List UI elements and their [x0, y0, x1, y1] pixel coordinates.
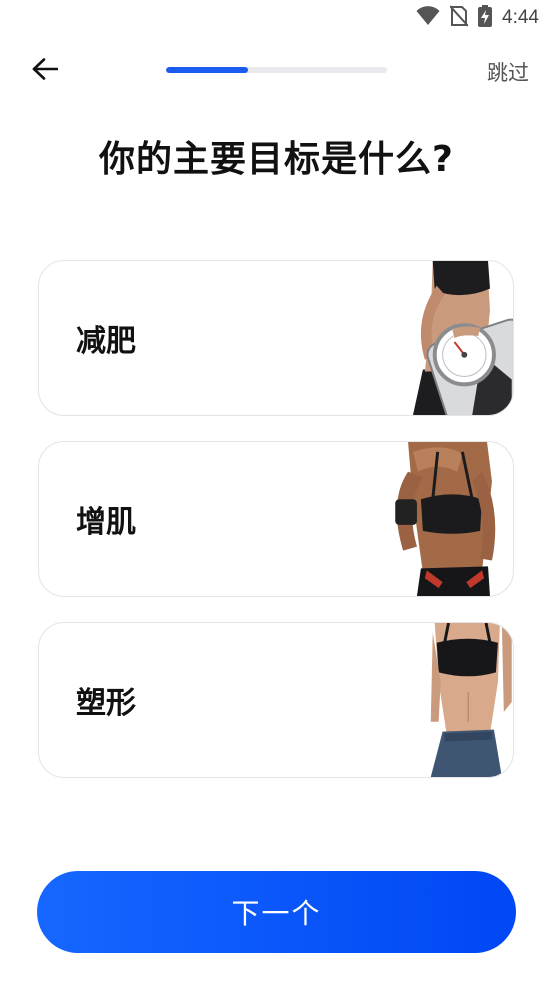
skip-button[interactable]: 跳过: [487, 57, 529, 87]
battery-charging-icon: [478, 5, 493, 31]
next-button[interactable]: 下一个: [37, 871, 516, 953]
muscle-gain-photo: [395, 442, 496, 596]
option-label: 塑形: [76, 686, 136, 721]
progress-fill: [166, 67, 248, 73]
page-title: 你的主要目标是什么?: [99, 139, 454, 180]
weight-loss-photo: [413, 261, 513, 415]
option-card-muscle-gain[interactable]: 增肌: [38, 441, 514, 597]
progress-bar: [166, 67, 387, 73]
option-label: 减肥: [76, 324, 136, 359]
option-card-body-shaping[interactable]: 塑形: [38, 622, 514, 778]
arrow-left-icon: [32, 58, 59, 84]
back-button[interactable]: [26, 52, 64, 90]
option-label: 增肌: [76, 505, 136, 540]
wifi-icon: [416, 6, 440, 30]
option-card-weight-loss[interactable]: 减肥: [38, 260, 514, 416]
status-bar: 4:44: [0, 0, 553, 36]
status-time: 4:44: [502, 7, 539, 28]
status-icons: 4:44: [416, 5, 539, 31]
no-sim-icon: [449, 5, 469, 31]
body-shaping-photo: [430, 623, 512, 777]
